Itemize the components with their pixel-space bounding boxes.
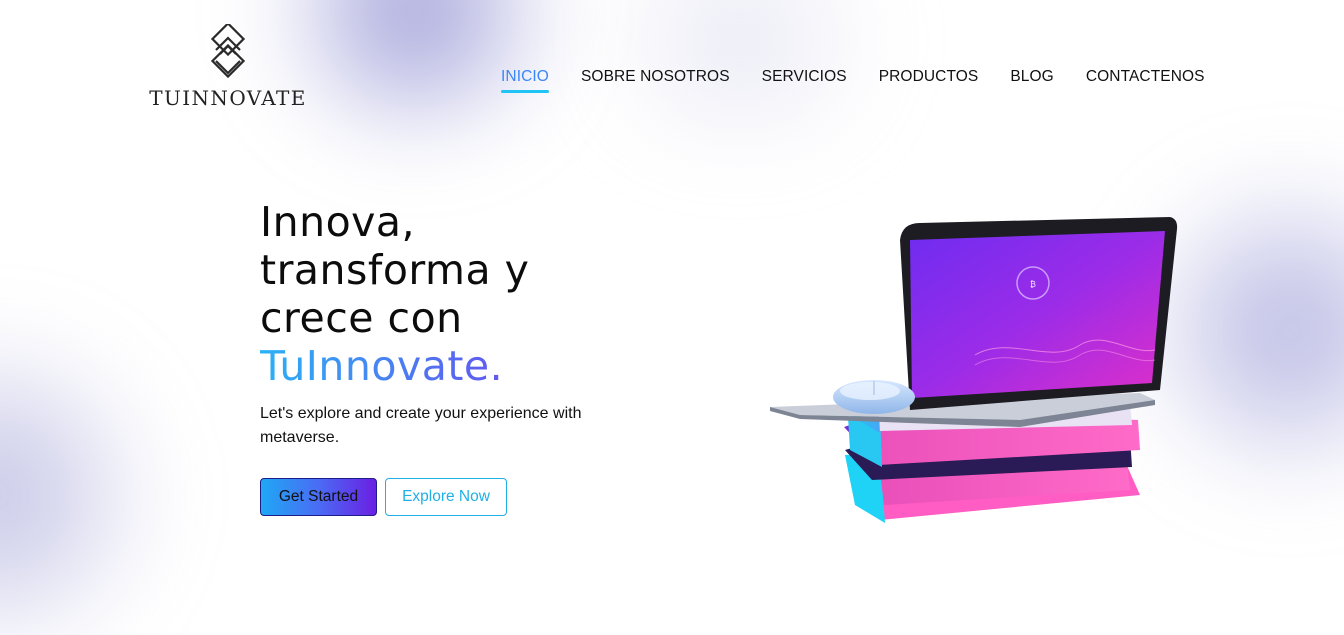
hero-subtext: Let's explore and create your experience…	[260, 405, 582, 446]
svg-text:₿: ₿	[1030, 280, 1036, 289]
brand-logo[interactable]: TUINNOVATE	[148, 24, 308, 114]
logo-icon	[210, 24, 246, 79]
hero-section: Innova, transforma y crece con TuInnovat…	[260, 198, 680, 450]
hero-headline: Innova, transforma y crece con TuInnovat…	[260, 198, 680, 390]
laptop-books-illustration: ₿	[770, 217, 1178, 523]
headline-line: transforma y	[260, 246, 530, 294]
explore-now-button[interactable]: Explore Now	[385, 478, 507, 516]
main-nav: INICIO SOBRE NOSOTROS SERVICIOS PRODUCTO…	[501, 68, 1205, 93]
background-glow	[0, 330, 160, 635]
nav-item-productos[interactable]: PRODUCTOS	[879, 68, 979, 93]
hero-illustration: ₿	[760, 205, 1190, 535]
hero-actions: Get Started Explore Now	[260, 478, 507, 516]
nav-item-servicios[interactable]: SERVICIOS	[762, 68, 847, 93]
headline-line: Innova,	[260, 198, 416, 246]
get-started-button[interactable]: Get Started	[260, 478, 377, 516]
brand-name: TUINNOVATE	[149, 86, 307, 110]
nav-item-inicio[interactable]: INICIO	[501, 68, 549, 93]
headline-line: crece con	[260, 294, 463, 342]
headline-brand: TuInnovate.	[260, 342, 680, 390]
nav-item-blog[interactable]: BLOG	[1010, 68, 1053, 93]
nav-item-contactenos[interactable]: CONTACTENOS	[1086, 68, 1205, 93]
nav-item-sobre-nosotros[interactable]: SOBRE NOSOTROS	[581, 68, 730, 93]
